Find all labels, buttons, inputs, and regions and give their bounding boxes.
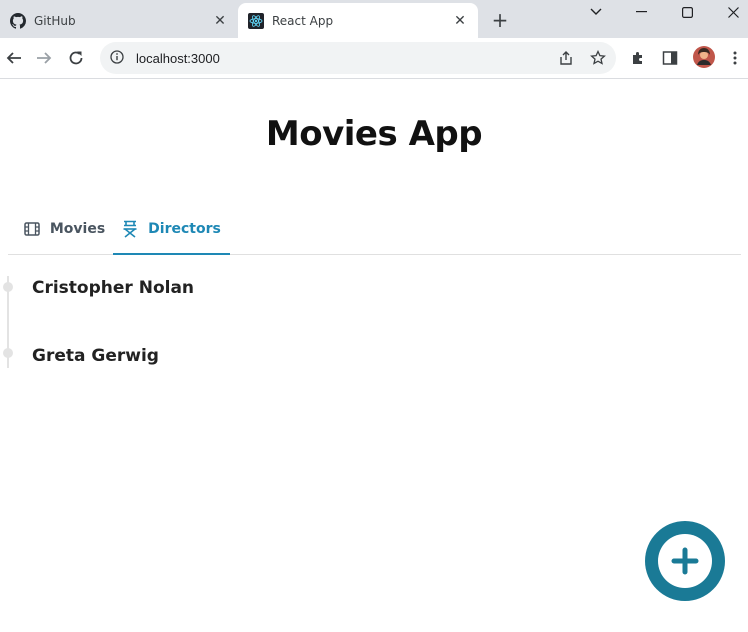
film-icon xyxy=(24,221,40,237)
site-info-icon[interactable] xyxy=(110,49,124,68)
browser-toolbar: localhost:3000 xyxy=(0,38,748,79)
maximize-icon[interactable] xyxy=(664,0,710,24)
tab-label: Movies xyxy=(49,221,106,237)
list-item[interactable]: Greta Gerwig xyxy=(32,346,159,366)
react-icon xyxy=(248,12,264,29)
page-content: Movies App Movies Directors Cristopher N… xyxy=(0,80,748,632)
tab-movies[interactable]: Movies xyxy=(16,204,113,254)
share-icon[interactable] xyxy=(558,50,574,66)
browser-tab-github[interactable]: GitHub ✕ xyxy=(0,3,238,38)
timeline-dot xyxy=(3,348,13,358)
bookmark-star-icon[interactable] xyxy=(590,50,606,66)
close-icon[interactable]: ✕ xyxy=(212,13,228,29)
browser-tab-react-app[interactable]: React App ✕ xyxy=(238,3,478,38)
director-chair-icon xyxy=(122,220,138,238)
browser-tab-strip: GitHub ✕ React App ✕ + xyxy=(0,0,748,38)
timeline-dot xyxy=(3,282,13,292)
plus-icon xyxy=(658,534,712,588)
new-tab-icon[interactable]: + xyxy=(488,8,512,32)
github-icon xyxy=(10,12,26,29)
address-bar[interactable]: localhost:3000 xyxy=(100,42,616,74)
timeline-line xyxy=(3,276,13,368)
tab-label: Directors xyxy=(148,220,221,237)
tab-directors[interactable]: Directors xyxy=(113,204,230,255)
tab-search-chevron-icon[interactable] xyxy=(573,0,619,24)
app-tabs: Movies Directors xyxy=(8,204,741,255)
extensions-puzzle-icon[interactable] xyxy=(630,50,646,66)
forward-arrow-icon[interactable] xyxy=(32,46,56,70)
list-item[interactable]: Cristopher Nolan xyxy=(32,278,194,298)
page-title: Movies App xyxy=(265,114,483,154)
back-arrow-icon[interactable] xyxy=(2,46,26,70)
browser-tab-title: React App xyxy=(272,13,334,28)
minimize-icon[interactable] xyxy=(618,0,664,24)
add-button[interactable] xyxy=(645,521,725,601)
reload-icon[interactable] xyxy=(64,46,88,70)
side-panel-icon[interactable] xyxy=(662,50,678,66)
close-icon[interactable]: ✕ xyxy=(452,13,468,29)
more-menu-icon[interactable] xyxy=(727,50,743,66)
url-text: localhost:3000 xyxy=(136,50,220,66)
browser-tab-title: GitHub xyxy=(34,13,76,28)
window-close-icon[interactable] xyxy=(710,0,748,24)
profile-avatar[interactable] xyxy=(693,46,715,68)
